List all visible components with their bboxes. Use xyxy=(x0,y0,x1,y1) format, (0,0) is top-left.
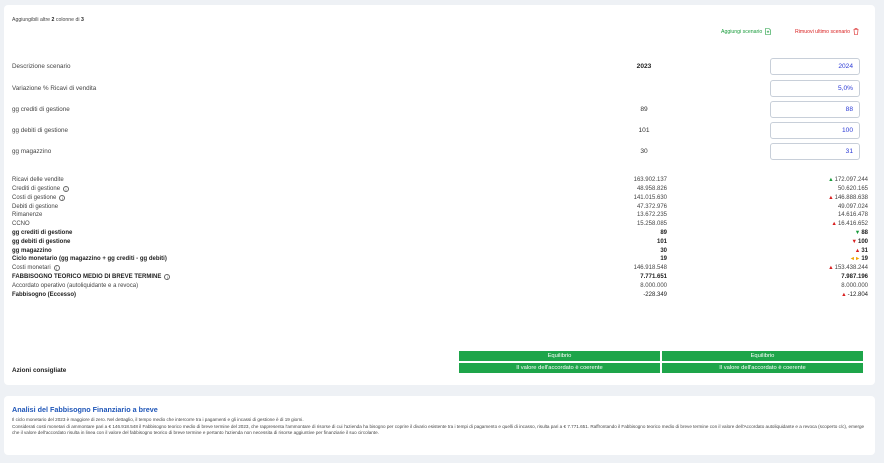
arrow-up-icon: ▲ xyxy=(828,265,834,271)
info-icon[interactable]: i xyxy=(63,186,70,192)
info-icon[interactable]: i xyxy=(59,195,66,201)
status-badge-2024: Equilibrio xyxy=(662,351,863,361)
columns-hint: Aggiungibili altre 2 colonne di 3 xyxy=(12,17,84,23)
debit-days-input[interactable]: 100 xyxy=(770,122,860,139)
table-row: FABBISOGNO TEORICO MEDIO DI BREVE TERMIN… xyxy=(12,274,868,280)
table-row: gg magazzino 30 ▲ 31 xyxy=(12,248,868,254)
warehouse-days-2023: 30 xyxy=(640,148,648,155)
warehouse-days-label: gg magazzino xyxy=(12,148,52,155)
table-row: Ciclo monetario (gg magazzino + gg credi… xyxy=(12,256,868,262)
table-row: Debiti di gestione 47.372.976 49.097.024 xyxy=(12,204,868,210)
remove-last-scenario-button[interactable]: Rimuovi ultimo scenario xyxy=(795,28,859,35)
scenario-year-2023: 2023 xyxy=(636,63,652,70)
advice-message-2024: Il valore dell'accordato è coerente xyxy=(662,363,863,373)
table-row: Costi monetari i 146.918.548 ▲ 153.438.244 xyxy=(12,265,868,271)
table-row: Ricavi delle vendite 163.902.137 ▲ 172.09… xyxy=(12,177,868,183)
arrow-down-icon: ▼ xyxy=(854,230,861,236)
table-row: Fabbisogno (Eccesso) -228.349 ▲ -12.804 xyxy=(12,292,868,298)
arrow-left-right-icon: ◄► xyxy=(849,256,861,262)
info-icon[interactable]: i xyxy=(53,265,60,271)
arrow-up-icon: ▲ xyxy=(854,248,861,254)
analysis-paragraph-2: Considerati costi monetari di ammontare … xyxy=(12,424,865,436)
add-scenario-label: Aggiungi scenario xyxy=(721,28,763,35)
advice-message-2023: Il valore dell'accordato è coerente xyxy=(459,363,660,373)
scenario-card: Aggiungibili altre 2 colonne di 3 Aggiun… xyxy=(4,5,875,385)
table-row: gg crediti di gestione 89 ▼ 88 xyxy=(12,230,868,236)
credit-days-input[interactable]: 88 xyxy=(770,101,860,118)
status-badge-2023: Equilibrio xyxy=(459,351,660,361)
info-icon[interactable]: i xyxy=(164,274,171,280)
remove-scenario-label: Rimuovi ultimo scenario xyxy=(795,28,851,35)
table-row: CCNO 15.258.085 ▲ 16.416.652 xyxy=(12,221,868,227)
arrow-up-icon: ▲ xyxy=(841,292,847,298)
arrow-down-icon: ▼ xyxy=(851,239,857,245)
add-scenario-button[interactable]: Aggiungi scenario xyxy=(721,28,772,35)
arrow-up-icon: ▲ xyxy=(831,221,837,227)
table-row: Costi di gestione i 141.015.630 ▲ 146.888.… xyxy=(12,195,868,201)
debit-days-label: gg debiti di gestione xyxy=(12,127,69,134)
analysis-paragraph-1: Il ciclo monetario del 2023 è maggiore d… xyxy=(12,417,304,422)
table-row: Crediti di gestione i 48.958.826 50.620.1… xyxy=(12,186,868,192)
revenue-variation-input[interactable]: 5,0% xyxy=(770,80,860,97)
add-document-icon xyxy=(765,28,772,35)
table-row: Rimanenze 13.672.235 14.616.478 xyxy=(12,212,868,218)
analysis-title: Analisi del Fabbisogno Finanziario a bre… xyxy=(12,405,158,414)
credit-days-2023: 89 xyxy=(640,106,648,113)
arrow-up-icon: ▲ xyxy=(828,177,834,183)
warehouse-days-input[interactable]: 31 xyxy=(770,143,860,160)
credit-days-label: gg crediti di gestione xyxy=(12,106,70,113)
trash-icon xyxy=(853,28,859,35)
arrow-up-icon: ▲ xyxy=(828,195,834,201)
table-row: Accordato operativo (autoliquidante e a … xyxy=(12,283,868,289)
table-row: gg debiti di gestione 101 ▼ 100 xyxy=(12,239,868,245)
revenue-variation-label: Variazione % Ricavi di vendita xyxy=(12,85,97,92)
scenario-description-label: Descrizione scenario xyxy=(12,63,71,70)
debit-days-2023: 101 xyxy=(638,127,650,134)
scenario-description-input[interactable]: 2024 xyxy=(770,58,860,75)
suggested-actions-label: Azioni consigliate xyxy=(12,367,67,374)
analysis-card: Analisi del Fabbisogno Finanziario a bre… xyxy=(4,396,875,455)
